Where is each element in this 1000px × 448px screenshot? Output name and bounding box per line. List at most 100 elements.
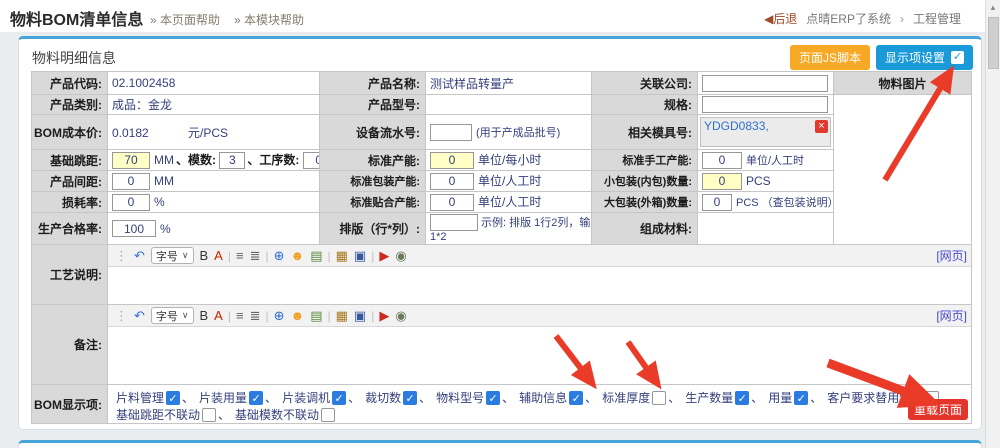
product-category-label: 产品类别: (32, 95, 108, 115)
hyperlink-globe-icon[interactable]: ⊕ (274, 246, 285, 266)
related-company-input[interactable] (702, 75, 828, 92)
breadcrumb-system[interactable]: 点晴ERP了系统 (806, 10, 891, 27)
webpage-link[interactable]: [网页] (936, 307, 967, 324)
bom-option-checkbox[interactable]: ✓ (735, 391, 749, 405)
bom-cost-value: 0.0182 (112, 126, 184, 140)
separator: 、 (182, 389, 194, 406)
bom-option-checkbox[interactable]: ✓ (486, 391, 500, 405)
separator: 、 (419, 389, 431, 406)
hyperlink-globe-icon[interactable]: ⊕ (274, 306, 285, 326)
font-size-select[interactable]: 字号∨ (151, 247, 194, 264)
ordered-list-icon[interactable]: ≣ (250, 306, 261, 326)
base-jump-input[interactable] (112, 152, 150, 169)
save-disk-icon[interactable]: ▣ (354, 246, 366, 266)
flash-media-icon[interactable]: ▶ (379, 246, 389, 266)
toolbar-grip-icon[interactable]: ⋮ (115, 246, 128, 266)
separator: 、 (810, 389, 822, 406)
table-row: 产品代码: 02.1002458 产品名称: 测试样品转量产 关联公司: 物料图… (32, 72, 972, 95)
toolbar-icons: BA|≡≣|⊕☻▤|▦▣|▶◉ (197, 306, 410, 326)
std-pack-capacity-input[interactable] (430, 173, 474, 190)
large-pack-qty-input[interactable] (702, 194, 732, 211)
module-help-link[interactable]: » 本模块帮助 (234, 13, 304, 27)
save-disk-icon[interactable]: ▣ (354, 306, 366, 326)
bom-option-label: 片料管理 (116, 389, 164, 406)
display-settings-checkbox[interactable]: ✓ (951, 51, 964, 64)
font-color-icon[interactable]: A (214, 246, 223, 266)
align-icon[interactable]: ≡ (236, 246, 244, 266)
mold-count-input[interactable] (219, 152, 245, 169)
webpage-link[interactable]: [网页] (936, 247, 967, 264)
undo-icon[interactable]: ↶ (134, 246, 145, 266)
bom-option-label: 片装调机 (282, 389, 330, 406)
font-size-select[interactable]: 字号∨ (151, 307, 194, 324)
std-capacity-unit: 单位/每小时 (478, 153, 541, 167)
process-note-editor: ⋮↶ 字号∨ BA|≡≣|⊕☻▤|▦▣|▶◉ [网页] (108, 245, 972, 305)
editor-content[interactable] (108, 327, 971, 384)
bom-option-checkbox[interactable]: ✓ (332, 391, 346, 405)
preview-eye-icon[interactable]: ◉ (395, 246, 406, 266)
bold-icon[interactable]: B (200, 306, 209, 326)
bom-option-checkbox[interactable]: ✓ (403, 391, 417, 405)
separator: 、 (751, 389, 763, 406)
emoticon-icon[interactable]: ☻ (291, 246, 305, 266)
bom-option-checkbox[interactable] (202, 408, 216, 422)
small-pack-qty-input[interactable] (702, 173, 742, 190)
page-help-link[interactable]: » 本页面帮助 (150, 13, 220, 27)
bom-option-checkbox[interactable]: ✓ (794, 391, 808, 405)
page-title: 物料BOM清单信息 (10, 6, 143, 30)
editor-content[interactable] (108, 267, 971, 304)
display-settings-button[interactable]: 显示项设置✓ (876, 45, 973, 70)
insert-image-icon[interactable]: ▦ (336, 246, 348, 266)
edit-form-icon[interactable]: ▤ (310, 306, 322, 326)
separator: 、 (668, 389, 680, 406)
reload-page-button[interactable]: 重载页面 (908, 399, 968, 420)
toolbar-icons: BA|≡≣|⊕☻▤|▦▣|▶◉ (197, 246, 410, 266)
related-mold-value: YDGD0833, (704, 119, 769, 133)
font-size-label: 字号 (156, 248, 178, 264)
breadcrumb-module[interactable]: 工程管理 (913, 10, 961, 27)
align-icon[interactable]: ≡ (236, 306, 244, 326)
std-manual-capacity-input[interactable] (702, 152, 742, 169)
loss-rate-input[interactable] (112, 194, 150, 211)
bom-option-checkbox[interactable] (321, 408, 335, 422)
scrollbar-up-icon[interactable]: ▲ (986, 1, 1000, 15)
bom-option-checkbox[interactable] (652, 391, 666, 405)
toolbar-grip-icon[interactable]: ⋮ (115, 306, 128, 326)
process-count-input[interactable] (303, 152, 320, 169)
material-detail-panel: 物料明细信息 页面JS脚本 显示项设置✓ 产品代码: 02.1002458 产品… (18, 36, 982, 430)
package-note-link[interactable]: （查包装说明） (762, 197, 834, 209)
undo-icon[interactable]: ↶ (134, 306, 145, 326)
device-serial-input[interactable] (430, 124, 472, 141)
related-mold-box[interactable]: YDGD0833, × (700, 117, 831, 147)
preview-eye-icon[interactable]: ◉ (395, 306, 406, 326)
toolbar-separator: | (371, 309, 374, 323)
pass-rate-input[interactable] (112, 220, 156, 237)
bom-option: 片装调机✓、 (282, 389, 363, 406)
edit-form-icon[interactable]: ▤ (310, 246, 322, 266)
product-gap-input[interactable] (112, 173, 150, 190)
pass-rate-label: 生产合格率: (32, 213, 108, 245)
ordered-list-icon[interactable]: ≣ (250, 246, 261, 266)
remove-mold-icon[interactable]: × (815, 120, 828, 133)
insert-image-icon[interactable]: ▦ (336, 306, 348, 326)
bom-option-checkbox[interactable]: ✓ (166, 391, 180, 405)
bom-option-checkbox[interactable]: ✓ (569, 391, 583, 405)
flash-media-icon[interactable]: ▶ (379, 306, 389, 326)
layout-input[interactable] (430, 214, 478, 231)
page-js-script-button[interactable]: 页面JS脚本 (790, 45, 870, 70)
spec-input[interactable] (702, 96, 828, 113)
std-laminate-capacity-input[interactable] (430, 194, 474, 211)
std-capacity-input[interactable] (430, 152, 474, 169)
scrollbar-thumb[interactable] (988, 17, 999, 69)
small-pack-qty-label: 小包装(内包)数量: (592, 171, 698, 192)
bom-display-options-cell: 片料管理✓、片装用量✓、片装调机✓、裁切数✓、物料型号✓、辅助信息✓、标准厚度、… (108, 385, 972, 424)
back-link[interactable]: ◀后退 (764, 10, 797, 27)
separator: 、 (502, 389, 514, 406)
font-color-icon[interactable]: A (214, 306, 223, 326)
bold-icon[interactable]: B (200, 246, 209, 266)
vertical-scrollbar[interactable]: ▲ (985, 0, 1000, 448)
bom-option-checkbox[interactable]: ✓ (249, 391, 263, 405)
toolbar-icons: ⋮↶ (112, 246, 148, 266)
bom-option-label: 用量 (768, 389, 792, 406)
emoticon-icon[interactable]: ☻ (291, 306, 305, 326)
